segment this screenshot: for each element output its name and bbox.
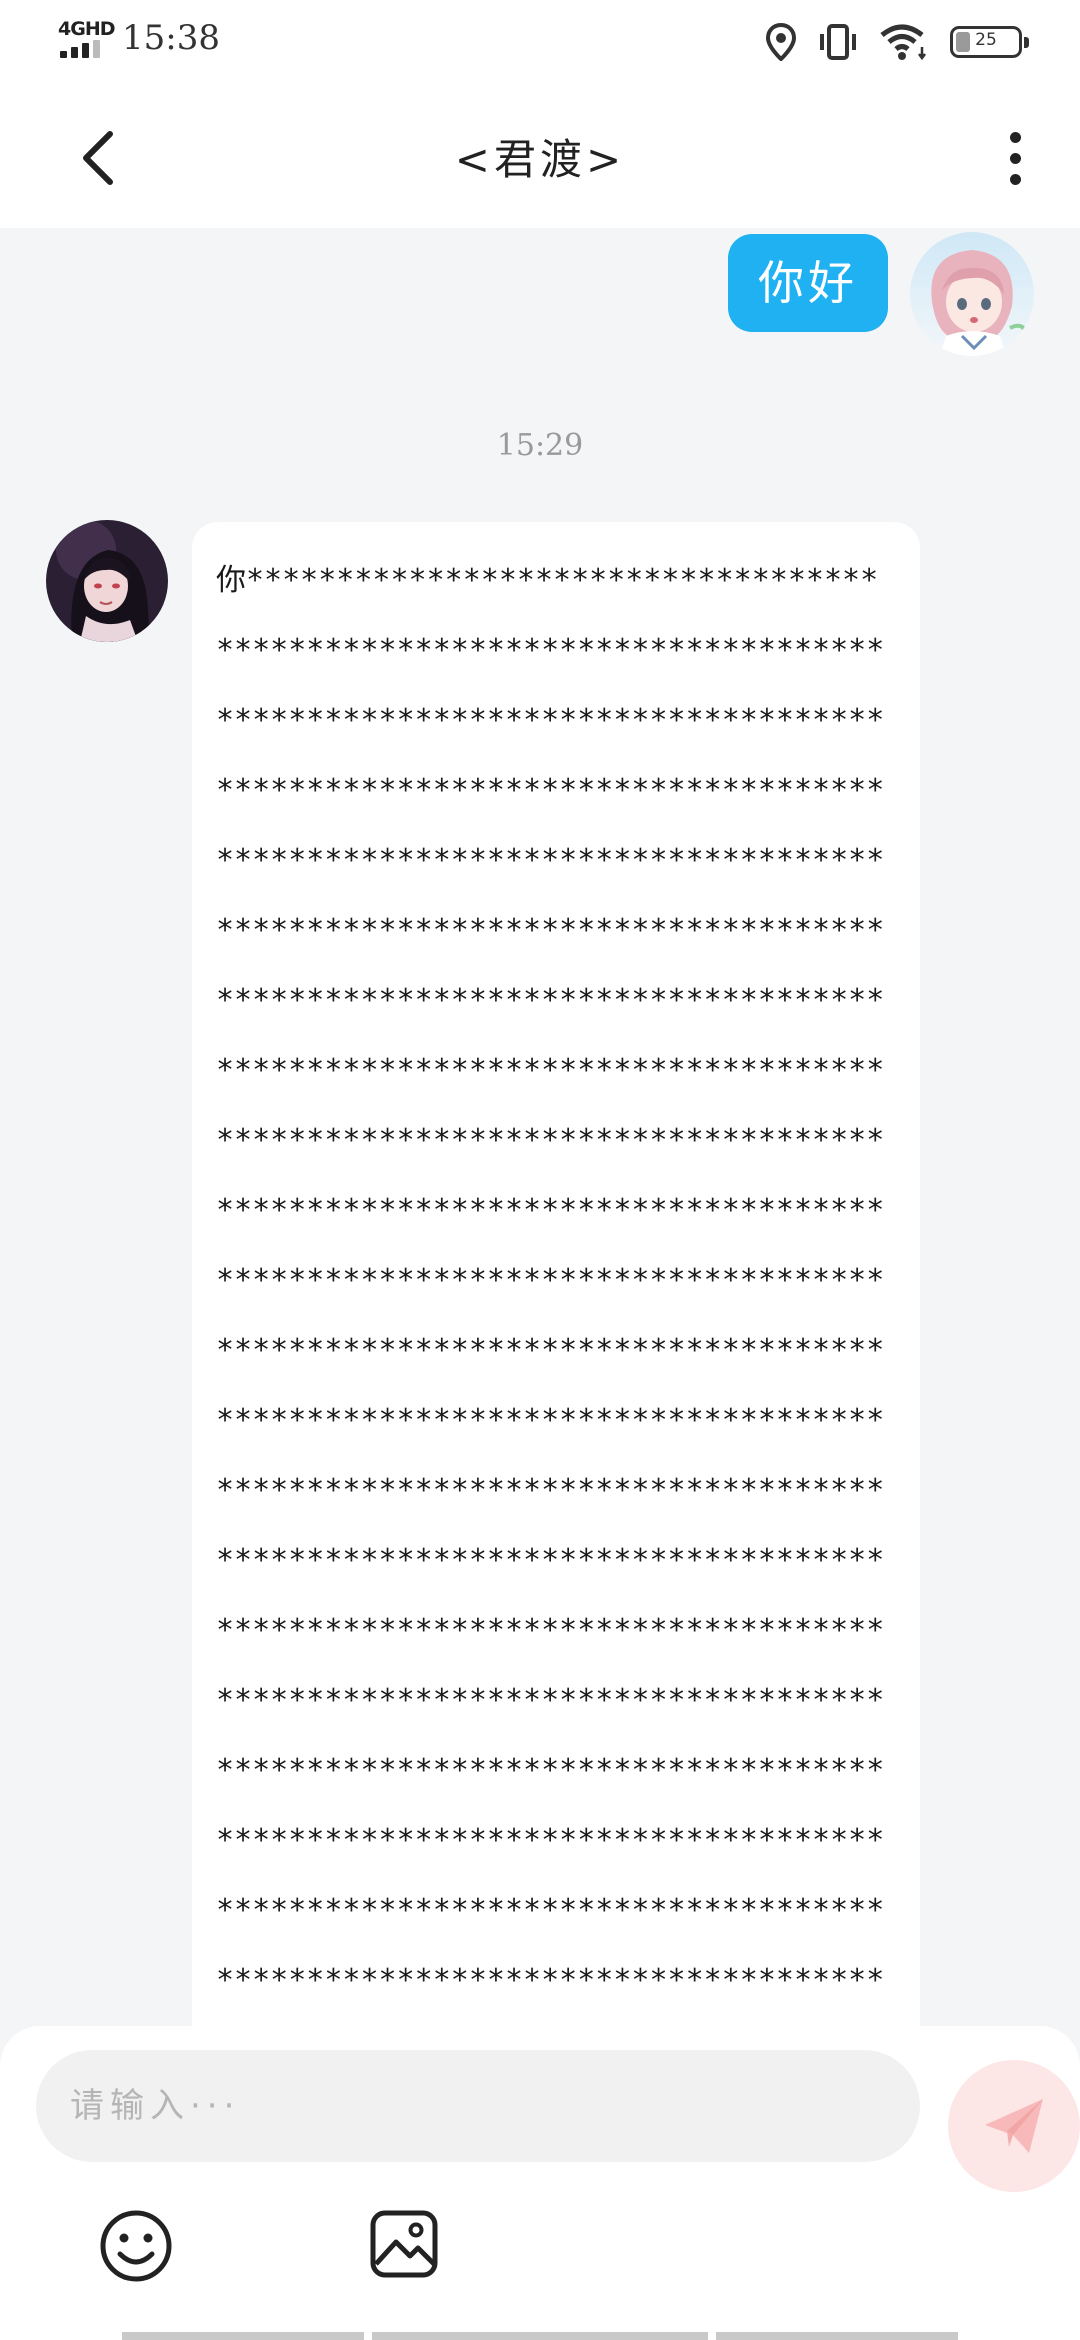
sent-message-bubble[interactable]: 你好 xyxy=(728,234,888,332)
chat-screen: 4GHD 15:38 25 <君渡> 你好 15:29 你***********… xyxy=(0,0,1080,2340)
more-button[interactable] xyxy=(990,120,1040,196)
status-time: 15:38 xyxy=(122,18,220,58)
message-timestamp: 15:29 xyxy=(496,428,584,463)
chat-header: <君渡> xyxy=(0,80,1080,228)
more-vertical-icon xyxy=(1009,131,1021,143)
location-icon xyxy=(766,23,796,61)
signal-icon xyxy=(60,40,104,58)
send-icon xyxy=(985,2099,1043,2153)
image-button[interactable] xyxy=(368,2208,440,2280)
network-type: 4GHD xyxy=(58,18,115,40)
image-icon xyxy=(370,2210,438,2278)
my-avatar[interactable] xyxy=(910,232,1034,356)
smiley-icon xyxy=(100,2210,172,2282)
battery-level: 25 xyxy=(975,30,997,50)
system-nav-bar xyxy=(372,2332,708,2340)
message-input[interactable] xyxy=(36,2050,920,2162)
send-button[interactable] xyxy=(948,2060,1080,2192)
vibrate-icon xyxy=(820,24,856,60)
wifi-icon xyxy=(880,24,926,61)
contact-avatar[interactable] xyxy=(46,520,168,642)
chat-title: <君渡> xyxy=(454,135,626,184)
received-message-bubble[interactable]: 你***************************************… xyxy=(192,522,920,2028)
status-icons: 25 xyxy=(766,20,1029,64)
received-message-text: 你***************************************… xyxy=(216,563,885,1998)
input-bar xyxy=(0,2026,1080,2340)
status-bar: 4GHD 15:38 25 xyxy=(0,0,1080,80)
battery-icon: 25 xyxy=(950,26,1029,58)
system-nav-bar xyxy=(122,2332,364,2340)
emoji-button[interactable] xyxy=(96,2206,176,2286)
message-list[interactable]: 你好 15:29 你******************************… xyxy=(0,228,1080,2028)
system-nav-bar xyxy=(716,2332,958,2340)
